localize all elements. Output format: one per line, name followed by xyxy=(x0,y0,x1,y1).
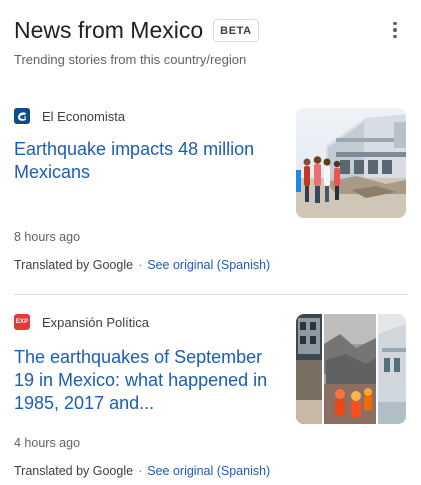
earthquake-collage-photo[interactable] xyxy=(296,314,406,424)
separator-dot: · xyxy=(138,464,143,478)
see-original-link[interactable]: See original (Spanish) xyxy=(147,464,270,478)
see-original-link[interactable]: See original (Spanish) xyxy=(147,258,270,272)
article-time: 8 hours ago xyxy=(14,230,81,244)
separator-dot: · xyxy=(138,258,143,272)
translated-by-label: Translated by Google xyxy=(14,464,134,478)
translated-by-label: Translated by Google xyxy=(14,258,134,272)
el-economista-logo-icon xyxy=(14,108,30,124)
translation-row: Translated by Google · See original (Spani… xyxy=(14,258,270,272)
article-card[interactable]: El Economista Earthquake impacts 48 mill… xyxy=(14,106,406,276)
more-vert-icon[interactable] xyxy=(387,16,403,44)
translation-row: Translated by Google · See original (Spani… xyxy=(14,464,270,478)
news-header: News from Mexico BETA Trending stories f… xyxy=(14,12,409,72)
title-row: News from Mexico BETA xyxy=(14,12,409,48)
earthquake-building-photo[interactable] xyxy=(296,108,406,218)
article-headline[interactable]: The earthquakes of September 19 in Mexic… xyxy=(14,346,282,415)
source-name[interactable]: El Economista xyxy=(42,109,125,124)
divider xyxy=(14,294,407,295)
page-subtitle: Trending stories from this country/regio… xyxy=(14,52,247,67)
more-dot xyxy=(393,21,397,26)
expansion-logo-text: EXP xyxy=(15,319,29,325)
more-dot xyxy=(393,28,397,32)
page-title: News from Mexico xyxy=(14,16,204,43)
article-card[interactable]: EXP Expansión Política The earthquakes o… xyxy=(14,312,406,482)
expansion-logo-icon: EXP xyxy=(14,314,30,330)
more-dot xyxy=(393,34,397,39)
article-headline[interactable]: Earthquake impacts 48 million Mexicans xyxy=(14,138,282,184)
article-time: 4 hours ago xyxy=(14,436,81,450)
source-name[interactable]: Expansión Política xyxy=(42,315,149,330)
beta-badge: BETA xyxy=(213,18,259,42)
